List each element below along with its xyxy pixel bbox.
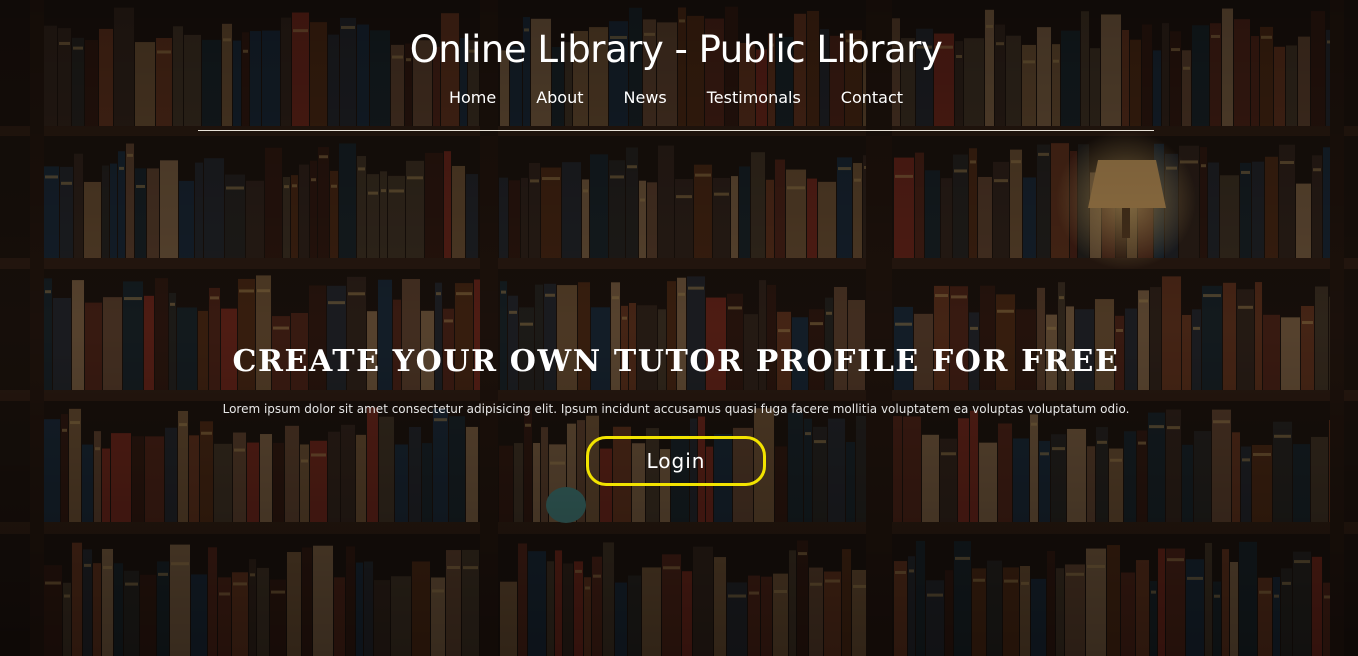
header-divider [198, 130, 1154, 131]
login-button[interactable]: Login [586, 436, 766, 486]
main-nav: Home About News Testimonals Contact [0, 86, 1352, 110]
nav-item-about[interactable]: About [536, 86, 583, 110]
nav-item-home[interactable]: Home [449, 86, 496, 110]
hero-section: Online Library - Public Library Home Abo… [0, 0, 1358, 656]
site-title: Online Library - Public Library [409, 28, 943, 71]
nav-item-testimonials[interactable]: Testimonals [707, 86, 801, 110]
hero-description: Lorem ipsum dolor sit amet consectetur a… [222, 402, 1130, 416]
nav-item-news[interactable]: News [624, 86, 667, 110]
nav-item-contact[interactable]: Contact [841, 86, 903, 110]
hero-headline: CREATE YOUR OWN TUTOR PROFILE FOR FREE [232, 344, 1120, 379]
